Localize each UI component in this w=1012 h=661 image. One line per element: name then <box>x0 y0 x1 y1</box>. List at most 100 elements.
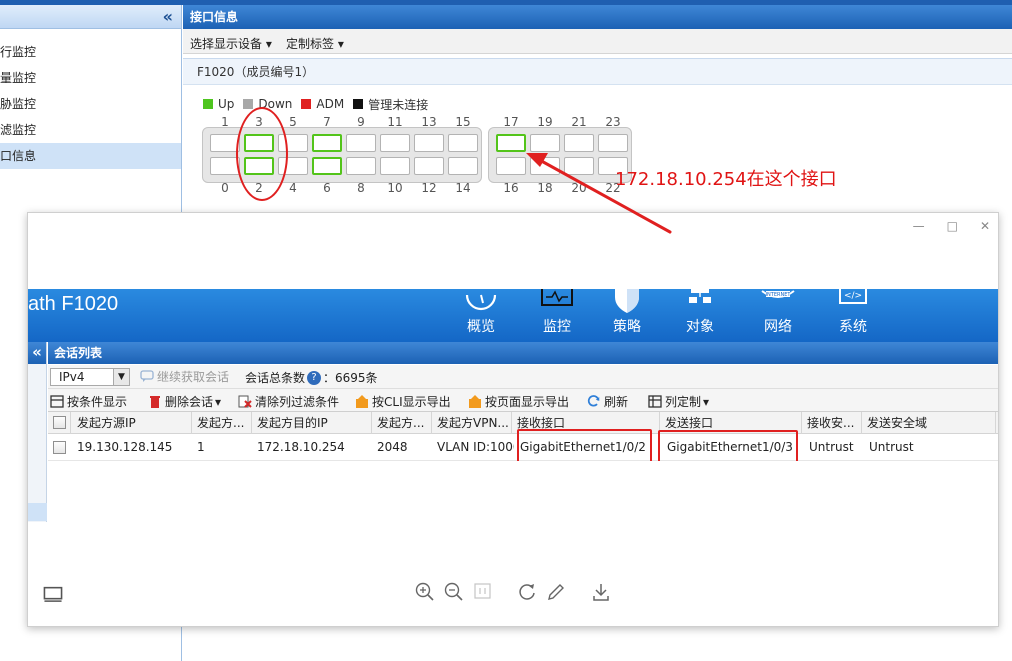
cell-recv-zone: Untrust <box>809 440 854 454</box>
continue-fetch-button[interactable]: 继续获取会话 <box>140 368 229 385</box>
rotate-icon[interactable] <box>516 581 538 603</box>
switch-port-6[interactable] <box>312 157 342 175</box>
device-title: F1020（成员编号1） <box>183 59 1012 85</box>
filter-show-button[interactable]: 按条件显示 <box>50 393 127 410</box>
switch-port-11[interactable] <box>380 134 410 152</box>
port-legend: Up Down ADM 管理未连接 <box>203 97 437 112</box>
ip-version-select[interactable]: IPv4 ▼ <box>50 368 130 386</box>
session-total: 会话总条数 ? ：6695条 <box>245 370 378 385</box>
annotation-text: 172.18.10.254在这个接口 <box>615 169 837 190</box>
column-header[interactable]: 发起方源IP <box>72 412 192 434</box>
sidebar-item-threat-monitor[interactable]: 胁监控 <box>0 91 181 117</box>
objects-icon <box>689 289 711 303</box>
select-all-checkbox[interactable] <box>53 416 66 429</box>
session-list-header: 会话列表 <box>48 342 998 364</box>
port-number-label: 12 <box>421 181 437 195</box>
switch-port-16[interactable] <box>496 157 526 175</box>
code-icon: </> <box>839 289 867 304</box>
page-export-button[interactable]: 按页面显示导出 <box>468 393 569 410</box>
collapse-icon[interactable]: « <box>163 7 173 26</box>
delete-session-button[interactable]: 删除会话 ▾ <box>148 393 221 410</box>
cell-src-ip: 19.130.128.145 <box>77 440 173 454</box>
port-number-label: 4 <box>289 181 297 195</box>
column-header[interactable]: 发起方... <box>372 412 432 434</box>
layout-icon[interactable] <box>42 584 64 606</box>
switch-port-13[interactable] <box>414 134 444 152</box>
switch-port-14[interactable] <box>448 157 478 175</box>
switch-port-8[interactable] <box>346 157 376 175</box>
cli-export-button[interactable]: 按CLI显示导出 <box>355 393 451 410</box>
table-body-empty <box>48 461 998 521</box>
internet-icon: INTERNET <box>761 290 795 298</box>
switch-port-23[interactable] <box>598 134 628 152</box>
switch-port-19[interactable] <box>530 134 560 152</box>
nav-policy[interactable]: 策略 <box>597 289 657 336</box>
clear-filters-button[interactable]: 清除列过滤条件 <box>238 393 339 410</box>
nav-monitor[interactable]: 监控 <box>527 289 587 336</box>
minimize-button[interactable]: — <box>913 219 925 233</box>
switch-port-12[interactable] <box>414 157 444 175</box>
sidebar-item-run-monitor[interactable]: 行监控 <box>0 39 181 65</box>
refresh-button[interactable]: 刷新 <box>587 393 628 410</box>
cell-dst-port: 2048 <box>377 440 408 454</box>
sidebar-item-traffic-monitor[interactable]: 量监控 <box>0 65 181 91</box>
switch-port-7[interactable] <box>312 134 342 152</box>
help-icon[interactable]: ? <box>307 370 322 385</box>
column-header[interactable]: 发起方目的IP <box>252 412 372 434</box>
customize-columns-button[interactable]: 列定制 ▾ <box>648 393 709 410</box>
edit-icon[interactable] <box>545 581 567 603</box>
nav-network[interactable]: INTERNET 网络 <box>748 289 808 336</box>
switch-port-18[interactable] <box>530 157 560 175</box>
port-number-label: 17 <box>503 115 519 129</box>
port-number-label: 20 <box>571 181 587 195</box>
sidebar-selected-item[interactable] <box>28 503 47 521</box>
switch-port-9[interactable] <box>346 134 376 152</box>
chat-icon <box>140 370 154 382</box>
port-number-label: 15 <box>455 115 471 129</box>
column-header[interactable]: 发送安全域 <box>862 412 996 434</box>
nav-overview[interactable]: 概览 <box>451 289 511 336</box>
cell-src-port: 1 <box>197 440 205 454</box>
switch-port-10[interactable] <box>380 157 410 175</box>
zoom-in-icon[interactable] <box>414 581 436 603</box>
cell-dst-ip: 172.18.10.254 <box>257 440 345 454</box>
port-number-label: 21 <box>571 115 587 129</box>
svg-text:</>: </> <box>844 291 862 301</box>
session-info-bar: IPv4 ▼ 继续获取会话 会话总条数 ? ：6695条 <box>48 365 998 389</box>
chevron-down-icon: ▼ <box>113 369 129 385</box>
switch-port-20[interactable] <box>564 157 594 175</box>
column-header[interactable]: 发起方... <box>192 412 252 434</box>
close-button[interactable]: ✕ <box>980 219 990 233</box>
select-device-dropdown[interactable]: 选择显示设备 ▾ <box>190 35 272 52</box>
sidebar-item-filter-monitor[interactable]: 滤监控 <box>0 117 181 143</box>
trash-icon <box>150 396 160 408</box>
nav-objects[interactable]: 对象 <box>670 289 730 336</box>
actual-size-icon[interactable] <box>472 581 494 603</box>
sidebar-item-interface-info[interactable]: 口信息 <box>0 143 181 169</box>
port-number-label: 13 <box>421 115 437 129</box>
row-checkbox[interactable] <box>53 441 66 454</box>
device-toolbar: 选择显示设备 ▾ 定制标签 ▾ <box>183 29 1012 54</box>
zoom-out-icon[interactable] <box>443 581 465 603</box>
gauge-icon <box>465 294 497 311</box>
cell-vpn: VLAN ID:1000 <box>437 440 514 454</box>
column-header[interactable]: 接收安... <box>802 412 862 434</box>
sidebar-header: « <box>0 5 181 29</box>
port-number-label: 1 <box>221 115 229 129</box>
session-window: — □ ✕ ath F1020 概览 监控 策略 对象 INTERNET 网络 … <box>27 212 999 627</box>
monitor-icon <box>541 289 573 306</box>
export-icon <box>356 395 368 408</box>
sidebar-collapse-button[interactable]: « <box>28 342 46 364</box>
legend-up: Up <box>203 97 234 111</box>
switch-port-21[interactable] <box>564 134 594 152</box>
custom-tag-dropdown[interactable]: 定制标签 ▾ <box>286 35 344 52</box>
maximize-button[interactable]: □ <box>947 219 958 233</box>
session-total-value: ：6695条 <box>323 371 378 385</box>
switch-port-17[interactable] <box>496 134 526 152</box>
port-number-label: 19 <box>537 115 553 129</box>
download-icon[interactable] <box>590 581 612 603</box>
port-number-label: 11 <box>387 115 403 129</box>
column-header[interactable]: 发起方VPN... <box>432 412 512 434</box>
switch-port-15[interactable] <box>448 134 478 152</box>
nav-system[interactable]: </> 系统 <box>823 289 883 336</box>
